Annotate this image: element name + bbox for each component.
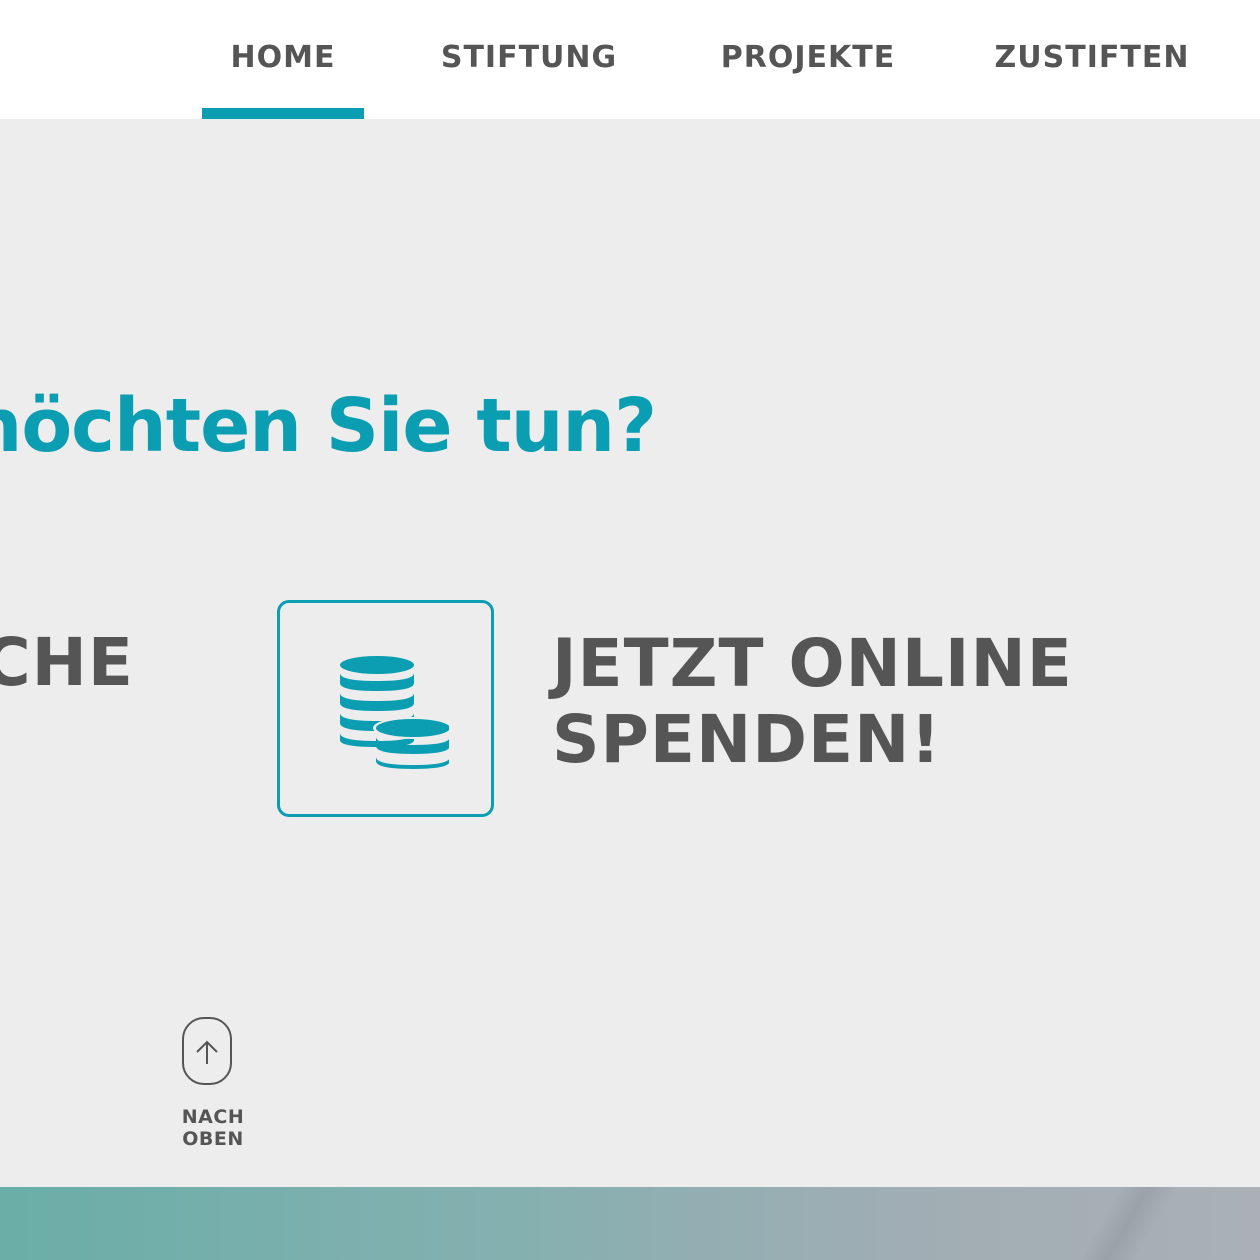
arrow-up-icon	[196, 1040, 218, 1064]
nav-item-projekte[interactable]: PROJEKTE	[708, 0, 908, 119]
nav-active-indicator	[202, 108, 364, 119]
donate-online-link[interactable]: JETZT ONLINE SPENDEN!	[552, 626, 1073, 778]
donate-line-2: SPENDEN!	[552, 701, 942, 778]
arrow-pill	[182, 1017, 232, 1085]
nav-item-stiftung-label: STIFTUNG	[440, 40, 618, 75]
nav-item-stiftung[interactable]: STIFTUNG	[428, 0, 630, 119]
footer-image-band	[0, 1187, 1260, 1260]
nav-item-zustiften-label: ZUSTIFTEN	[994, 40, 1190, 75]
nav-item-projekte-label: PROJEKTE	[720, 40, 896, 75]
donate-line-1: JETZT ONLINE	[552, 625, 1073, 702]
nav-item-zustiften[interactable]: ZUSTIFTEN	[988, 0, 1196, 119]
coins-stack-icon	[340, 656, 449, 769]
top-navigation: HOME STIFTUNG PROJEKTE ZUSTIFTEN	[0, 0, 1260, 119]
section-headline: nöchten Sie tun?	[0, 383, 657, 469]
back-to-top-button[interactable]: NACH OBEN	[150, 1016, 276, 1150]
donate-icon-button[interactable]	[277, 600, 494, 817]
back-to-top-label: NACH OBEN	[181, 1106, 245, 1150]
nav-item-home-label: HOME	[230, 40, 336, 75]
nav-item-home[interactable]: HOME	[202, 0, 364, 119]
partial-option-label[interactable]: CHE	[0, 622, 134, 704]
